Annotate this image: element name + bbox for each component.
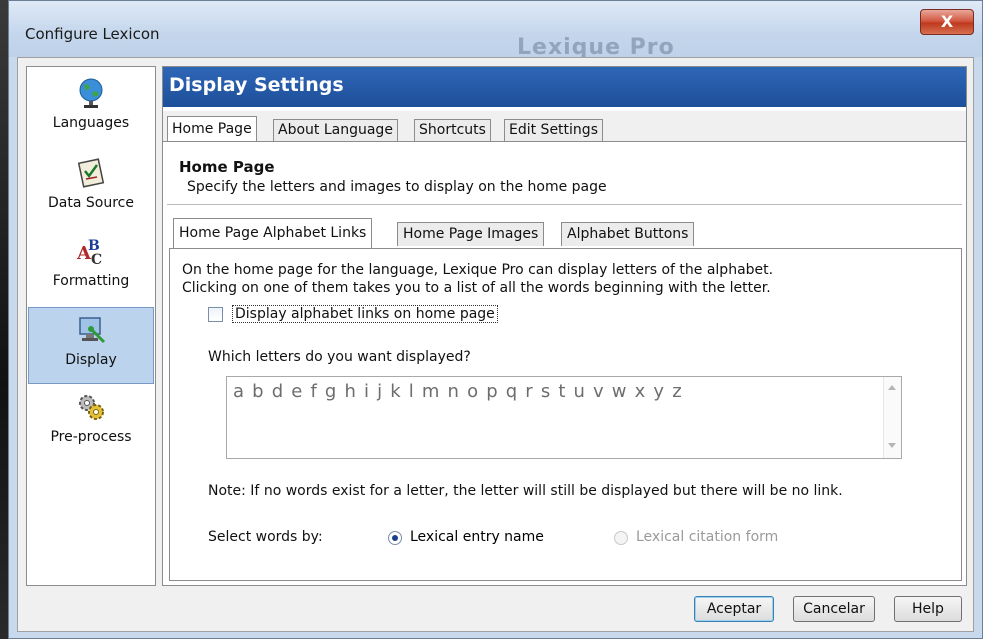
panel-title: Display Settings xyxy=(169,74,344,96)
sidebar-item-label: Display xyxy=(65,352,117,368)
cancel-button[interactable]: Cancelar xyxy=(793,596,875,622)
category-sidebar: Languages Data Source A B C Formatting D… xyxy=(26,66,156,586)
select-words-label: Select words by: xyxy=(208,529,323,545)
subtab-alphabet-buttons[interactable]: Alphabet Buttons xyxy=(561,222,695,246)
title-bar[interactable]: Configure Lexicon Lexique Pro X xyxy=(9,1,982,60)
display-settings-panel: Display Settings Home Page About Languag… xyxy=(162,66,967,586)
info-line-1: On the home page for the language, Lexiq… xyxy=(182,262,774,278)
alphabet-links-content: On the home page for the language, Lexiq… xyxy=(169,248,962,581)
radio-label: Lexical citation form xyxy=(636,529,779,545)
sidebar-item-data-source[interactable]: Data Source xyxy=(28,151,154,228)
scroll-down-icon[interactable] xyxy=(888,443,896,448)
letters-scrollbar[interactable] xyxy=(883,377,901,458)
info-text: On the home page for the language, Lexiq… xyxy=(182,261,773,297)
checklist-icon xyxy=(77,158,105,188)
radio-disabled-icon xyxy=(614,531,628,545)
sidebar-item-languages[interactable]: Languages xyxy=(28,71,154,148)
section-description: Specify the letters and images to displa… xyxy=(187,179,607,195)
abc-icon: A B C xyxy=(76,238,102,267)
sidebar-item-label: Pre-process xyxy=(50,429,132,445)
sidebar-item-formatting[interactable]: A B C Formatting xyxy=(28,229,154,306)
window-title: Configure Lexicon xyxy=(25,25,160,43)
panel-header: Display Settings xyxy=(163,67,966,107)
radio-label[interactable]: Lexical entry name xyxy=(410,529,544,545)
radio-selected-icon[interactable] xyxy=(388,531,402,545)
configure-lexicon-dialog: Configure Lexicon Lexique Pro X Language… xyxy=(8,0,983,639)
letters-question-label: Which letters do you want displayed? xyxy=(208,349,471,365)
tab-shortcuts[interactable]: Shortcuts xyxy=(414,119,491,141)
gears-icon xyxy=(79,395,104,420)
letters-value[interactable]: a b d e f g h i j k l m n o p q r s t u … xyxy=(233,381,683,402)
no-words-note: Note: If no words exist for a letter, th… xyxy=(208,483,843,499)
scroll-up-icon[interactable] xyxy=(888,385,896,390)
tab-home-page[interactable]: Home Page xyxy=(167,116,257,142)
display-icon xyxy=(79,317,106,344)
home-page-subtab-bar: Home Page Alphabet Links Home Page Image… xyxy=(169,214,962,248)
close-icon: X xyxy=(940,12,954,31)
section-title: Home Page xyxy=(179,158,275,176)
dialog-client-area: Languages Data Source A B C Formatting D… xyxy=(17,57,974,632)
tab-about-language[interactable]: About Language xyxy=(273,119,398,141)
subtab-home-page-images[interactable]: Home Page Images xyxy=(397,222,545,246)
close-button[interactable]: X xyxy=(920,9,974,35)
sidebar-item-label: Data Source xyxy=(48,195,134,211)
sidebar-item-display[interactable]: Display xyxy=(28,307,154,384)
section-divider xyxy=(167,204,962,205)
tab-edit-settings[interactable]: Edit Settings xyxy=(504,119,603,141)
sidebar-item-label: Languages xyxy=(52,115,130,131)
sidebar-item-label: Formatting xyxy=(52,273,130,289)
checkbox-box[interactable] xyxy=(208,307,223,322)
sidebar-item-pre-process[interactable]: Pre-process xyxy=(28,385,154,462)
help-button[interactable]: Help xyxy=(894,596,962,622)
home-page-tab-content: Home Page Specify the letters and images… xyxy=(163,141,966,585)
subtab-alphabet-links[interactable]: Home Page Alphabet Links xyxy=(173,218,373,248)
checkbox-label[interactable]: Display alphabet links on home page xyxy=(232,305,498,323)
settings-tab-bar: Home Page About Language Shortcuts Edit … xyxy=(163,111,966,142)
svg-text:C: C xyxy=(91,252,102,267)
ok-button[interactable]: Aceptar xyxy=(694,596,774,622)
globe-icon xyxy=(79,78,103,108)
letters-textarea[interactable]: a b d e f g h i j k l m n o p q r s t u … xyxy=(226,376,902,459)
info-line-2: Clicking on one of them takes you to a l… xyxy=(182,280,771,296)
